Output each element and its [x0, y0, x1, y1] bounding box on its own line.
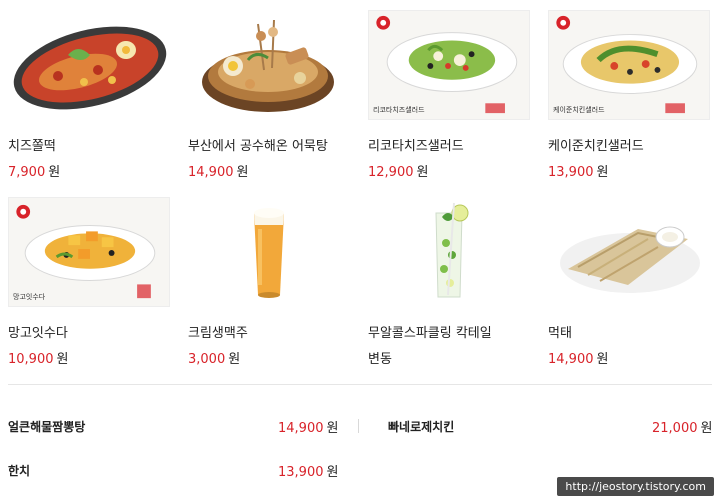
thumb-caption: 케이준치킨샐러드 [553, 106, 605, 114]
menu-name: 먹태 [548, 326, 572, 341]
extra-price: 14,900 원 [278, 421, 339, 436]
mojito-photo [368, 197, 530, 307]
menu-card[interactable]: 치즈쫄떡 7,900 원 [8, 10, 170, 180]
extra-item[interactable]: 한치 [8, 462, 30, 479]
extra-item[interactable]: 빠네로제치킨 [388, 418, 454, 435]
fishcake-soup-photo [188, 10, 350, 120]
menu-name: 크림생맥주 [188, 326, 248, 341]
menu-price: 10,900 원 [8, 352, 69, 367]
menu-price: 13,900 원 [548, 165, 609, 180]
watermark: http://jeostory.tistory.com [557, 477, 714, 496]
thumb-caption: 망고잇수다 [13, 293, 46, 301]
menu-card[interactable]: 부산에서 공수해온 어묵탕 14,900 원 [188, 10, 350, 180]
menu-card[interactable]: 무알콜스파클링 칵테일 변동 [368, 197, 530, 367]
menu-price: 3,000 원 [188, 352, 241, 367]
menu-price: 7,900 원 [8, 165, 61, 180]
menu-name: 치즈쫄떡 [8, 139, 56, 154]
menu-card[interactable]: 망고잇수다 망고잇수다 10,900 원 [8, 197, 170, 367]
menu-name: 무알콜스파클링 칵테일 [368, 326, 492, 341]
ricotta-salad-photo: 리코타치즈샐러드 [368, 10, 530, 120]
tteokbokki-photo [8, 10, 170, 120]
dried-pollack-photo [548, 197, 710, 307]
menu-price: 변동 [368, 352, 392, 367]
extra-price: 21,000 원 [652, 421, 713, 436]
cajun-salad-photo: 케이준치킨샐러드 [548, 10, 710, 120]
extra-item[interactable]: 얼큰해물짬뽕탕 [8, 418, 85, 435]
menu-card[interactable]: 크림생맥주 3,000 원 [188, 197, 350, 367]
menu-name: 부산에서 공수해온 어묵탕 [188, 139, 328, 154]
menu-name: 리코타치즈샐러드 [368, 139, 464, 154]
menu-price: 14,900 원 [548, 352, 609, 367]
column-separator [358, 419, 359, 433]
thumb-caption: 리코타치즈샐러드 [373, 106, 425, 114]
menu-name: 망고잇수다 [8, 326, 68, 341]
menu-name: 케이준치킨샐러드 [548, 139, 644, 154]
menu-price: 14,900 원 [188, 165, 249, 180]
beer-photo [188, 197, 350, 307]
extra-price: 13,900 원 [278, 465, 339, 480]
mango-dessert-photo: 망고잇수다 [8, 197, 170, 307]
menu-price: 12,900 원 [368, 165, 429, 180]
section-divider [8, 384, 712, 385]
menu-card[interactable]: 먹태 14,900 원 [548, 197, 710, 367]
menu-card[interactable]: 리코타치즈샐러드 리코타치즈샐러드 12,900 원 [368, 10, 530, 180]
menu-card[interactable]: 케이준치킨샐러드 케이준치킨샐러드 13,900 원 [548, 10, 710, 180]
